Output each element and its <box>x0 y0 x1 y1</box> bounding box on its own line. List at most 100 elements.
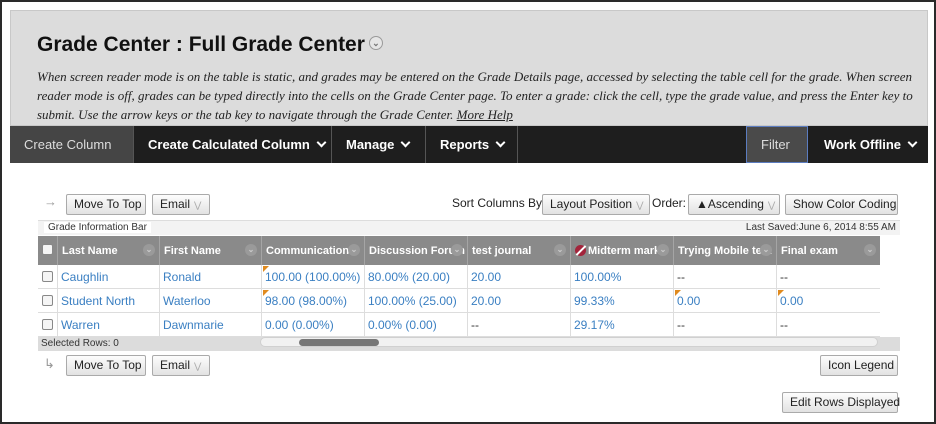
page-title: Grade Center : Full Grade Center ⌄ <box>37 33 383 57</box>
reports-menu[interactable]: Reports <box>426 126 518 163</box>
table-row: Student North Waterloo 98.00 (98.00%) 10… <box>38 289 880 313</box>
column-header-communication[interactable]: Communication ⌄ <box>262 236 365 265</box>
order-label: Order: <box>652 196 687 210</box>
not-counted-icon <box>575 245 586 256</box>
select-all-cell[interactable] <box>38 236 58 265</box>
grade-cell[interactable]: -- <box>777 313 880 337</box>
email-label: Email <box>160 358 191 372</box>
row-checkbox[interactable] <box>42 319 53 330</box>
move-to-top-button[interactable]: Move To Top <box>66 194 146 215</box>
grade-cell[interactable]: -- <box>468 313 571 337</box>
grade-value: 0.00 <box>677 294 701 308</box>
grade-cell[interactable]: -- <box>674 313 777 337</box>
grade-value: 0.00 <box>780 294 804 308</box>
column-label: Last Name <box>62 245 118 257</box>
needs-grading-flag-icon <box>778 290 784 296</box>
grade-information-bar: Grade Information Bar Last Saved:June 6,… <box>38 220 900 235</box>
page-header: Grade Center : Full Grade Center ⌄ When s… <box>10 10 928 126</box>
order-value: ▲Ascending <box>696 197 764 211</box>
grade-cell[interactable]: 20.00 <box>468 265 571 289</box>
grade-cell[interactable]: 0.00 (0.00%) <box>262 313 365 337</box>
manage-label: Manage <box>346 137 395 152</box>
work-offline-menu[interactable]: Work Offline <box>810 126 928 163</box>
row-checkbox[interactable] <box>42 271 53 282</box>
grade-information-label: Grade Information Bar <box>44 222 151 233</box>
horizontal-scrollbar[interactable] <box>260 337 878 347</box>
manage-menu[interactable]: Manage <box>332 126 426 163</box>
grade-cell[interactable]: 99.33% <box>571 289 674 313</box>
more-help-link[interactable]: More Help <box>457 107 513 122</box>
icon-legend-button[interactable]: Icon Legend <box>820 355 898 376</box>
last-name-cell[interactable]: Warren <box>58 313 160 337</box>
column-header-final-exam[interactable]: Final exam ⌄ <box>777 236 880 265</box>
grade-cell[interactable]: 80.00% (20.00) <box>365 265 468 289</box>
chevron-down-icon: ⋁ <box>194 361 202 371</box>
grade-cell[interactable]: 20.00 <box>468 289 571 313</box>
column-header-test-journal[interactable]: test journal ⌄ <box>468 236 571 265</box>
row-checkbox[interactable] <box>42 295 53 306</box>
chevron-down-icon[interactable]: ⌄ <box>368 36 383 51</box>
column-header-trying-mobile-test[interactable]: Trying Mobile test ⌄ <box>674 236 777 265</box>
grade-cell[interactable]: -- <box>777 265 880 289</box>
grade-cell[interactable]: 0.00 <box>674 289 777 313</box>
move-to-top-button-bottom[interactable]: Move To Top <box>66 355 146 376</box>
first-name-cell[interactable]: Ronald <box>160 265 262 289</box>
column-label: test journal <box>472 245 532 257</box>
column-label: Midterm mark <box>588 245 661 257</box>
chevron-down-icon[interactable]: ⌄ <box>245 244 257 256</box>
show-color-coding-button[interactable]: Show Color Coding <box>785 194 898 215</box>
column-header-last-name[interactable]: Last Name ⌄ <box>58 236 160 265</box>
sort-columns-select[interactable]: Layout Position ⋁ <box>542 194 650 215</box>
row-select-cell <box>38 313 58 337</box>
action-bar: Create Column Create Calculated Column M… <box>10 126 928 163</box>
chevron-down-icon: ⋁ <box>194 200 202 210</box>
sort-columns-label: Sort Columns By: <box>452 196 546 210</box>
grade-cell[interactable]: 100.00% <box>571 265 674 289</box>
chevron-down-icon[interactable]: ⌄ <box>760 244 772 256</box>
chevron-down-icon[interactable]: ⌄ <box>143 244 155 256</box>
column-label: Trying Mobile test <box>678 245 772 257</box>
move-arrow-icon: → <box>44 194 57 209</box>
grade-cell[interactable]: 100.00% (25.00) <box>365 289 468 313</box>
last-name-cell[interactable]: Caughlin <box>58 265 160 289</box>
needs-grading-flag-icon <box>675 290 681 296</box>
create-calculated-column-menu[interactable]: Create Calculated Column <box>134 126 332 163</box>
row-select-cell <box>38 289 58 313</box>
grade-cell[interactable]: 100.00 (100.00%) <box>262 265 365 289</box>
sort-columns-value: Layout Position <box>550 197 633 211</box>
page-title-text: Grade Center : Full Grade Center <box>37 33 365 56</box>
needs-grading-flag-icon <box>263 290 269 296</box>
chevron-down-icon[interactable]: ⌄ <box>348 244 360 256</box>
grade-cell[interactable]: 29.17% <box>571 313 674 337</box>
scrollbar-thumb[interactable] <box>299 339 379 346</box>
grade-cell[interactable]: 0.00 <box>777 289 880 313</box>
last-name-cell[interactable]: Student North <box>58 289 160 313</box>
chevron-down-icon: ⋁ <box>636 200 644 210</box>
first-name-cell[interactable]: Waterloo <box>160 289 262 313</box>
column-header-discussion-forum[interactable]: Discussion Forum ⌄ <box>365 236 468 265</box>
chevron-down-icon[interactable]: ⌄ <box>554 244 566 256</box>
grade-value: 100.00 (100.00%) <box>265 270 361 284</box>
select-all-checkbox[interactable] <box>42 244 53 255</box>
create-column-button[interactable]: Create Column <box>10 126 134 163</box>
email-button-bottom[interactable]: Email ⋁ <box>152 355 210 376</box>
email-button[interactable]: Email ⋁ <box>152 194 210 215</box>
chevron-down-icon[interactable]: ⌄ <box>451 244 463 256</box>
show-color-coding-label: Show Color Coding <box>793 197 897 211</box>
column-label: Final exam <box>781 245 838 257</box>
first-name-cell[interactable]: Dawnmarie <box>160 313 262 337</box>
chevron-down-icon[interactable]: ⌄ <box>657 244 669 256</box>
grade-cell[interactable]: -- <box>674 265 777 289</box>
grade-cell[interactable]: 98.00 (98.00%) <box>262 289 365 313</box>
edit-rows-displayed-button[interactable]: Edit Rows Displayed <box>782 392 900 413</box>
selected-rows-count: Selected Rows: 0 <box>41 338 119 349</box>
filter-button[interactable]: Filter <box>746 126 808 163</box>
order-select[interactable]: ▲Ascending ⋁ <box>688 194 780 215</box>
grade-value: 98.00 (98.00%) <box>265 294 348 308</box>
chevron-down-icon <box>495 137 506 148</box>
chevron-down-icon[interactable]: ⌄ <box>864 244 876 256</box>
column-header-midterm-mark[interactable]: Midterm mark ⌄ <box>571 236 674 265</box>
grade-cell[interactable]: 0.00% (0.00) <box>365 313 468 337</box>
column-header-first-name[interactable]: First Name ⌄ <box>160 236 262 265</box>
create-calculated-column-label: Create Calculated Column <box>148 137 310 152</box>
